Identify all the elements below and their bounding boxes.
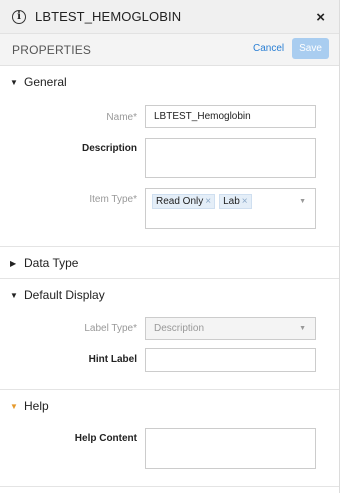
section-help-label: Help bbox=[24, 399, 49, 413]
item-type-tag: Lab × bbox=[219, 194, 252, 209]
section-default-display-label: Default Display bbox=[24, 288, 105, 302]
hint-label-field[interactable] bbox=[145, 348, 316, 372]
section-general-label: General bbox=[24, 75, 67, 89]
properties-toolbar: PROPERTIES Cancel Save bbox=[0, 34, 339, 66]
properties-title: PROPERTIES bbox=[12, 43, 92, 57]
divider bbox=[0, 389, 339, 390]
divider bbox=[0, 278, 339, 279]
tag-remove-icon[interactable]: × bbox=[205, 196, 211, 207]
name-label: Name* bbox=[106, 112, 137, 123]
label-type-select[interactable]: Description ▼ bbox=[145, 317, 316, 340]
expanded-caret-icon: ▼ bbox=[10, 77, 18, 87]
divider bbox=[0, 486, 339, 487]
help-content-label: Help Content bbox=[74, 433, 137, 444]
panel-header: i LBTEST_HEMOGLOBIN × bbox=[0, 0, 339, 34]
hint-label-label: Hint Label bbox=[88, 354, 137, 365]
panel-title: LBTEST_HEMOGLOBIN bbox=[35, 9, 182, 24]
info-icon: i bbox=[12, 9, 26, 24]
cancel-button[interactable]: Cancel bbox=[253, 43, 284, 54]
item-type-select[interactable]: Read Only × Lab × ▼ bbox=[145, 188, 316, 229]
name-field[interactable]: LBTEST_Hemoglobin bbox=[145, 105, 316, 128]
help-content-field[interactable] bbox=[145, 428, 316, 469]
close-icon[interactable]: × bbox=[316, 9, 325, 26]
section-data-type-label: Data Type bbox=[24, 256, 79, 270]
section-data-type-header[interactable]: ▶ Data Type bbox=[0, 248, 339, 278]
section-general-header[interactable]: ▼ General bbox=[0, 67, 339, 97]
tag-label: Lab bbox=[223, 196, 240, 207]
expanded-caret-icon: ▼ bbox=[10, 290, 18, 300]
description-label: Description bbox=[81, 143, 137, 154]
tag-label: Read Only bbox=[156, 196, 204, 207]
label-type-label: Label Type* bbox=[84, 323, 137, 334]
name-value: LBTEST_Hemoglobin bbox=[154, 111, 251, 122]
section-default-display-header[interactable]: ▼ Default Display bbox=[0, 280, 339, 310]
item-type-tag: Read Only × bbox=[152, 194, 216, 209]
expanded-caret-icon: ▼ bbox=[10, 401, 18, 411]
description-field[interactable] bbox=[145, 138, 316, 178]
dropdown-arrow-icon[interactable]: ▼ bbox=[299, 198, 306, 205]
tag-remove-icon[interactable]: × bbox=[242, 196, 248, 207]
item-type-label: Item Type* bbox=[89, 194, 137, 205]
divider bbox=[0, 246, 339, 247]
collapsed-caret-icon: ▶ bbox=[10, 258, 17, 268]
label-type-value: Description bbox=[154, 323, 205, 334]
dropdown-arrow-icon[interactable]: ▼ bbox=[299, 325, 306, 332]
save-button[interactable]: Save bbox=[292, 38, 329, 59]
panel-border bbox=[339, 0, 340, 493]
section-help-header[interactable]: ▼ Help bbox=[0, 391, 339, 421]
